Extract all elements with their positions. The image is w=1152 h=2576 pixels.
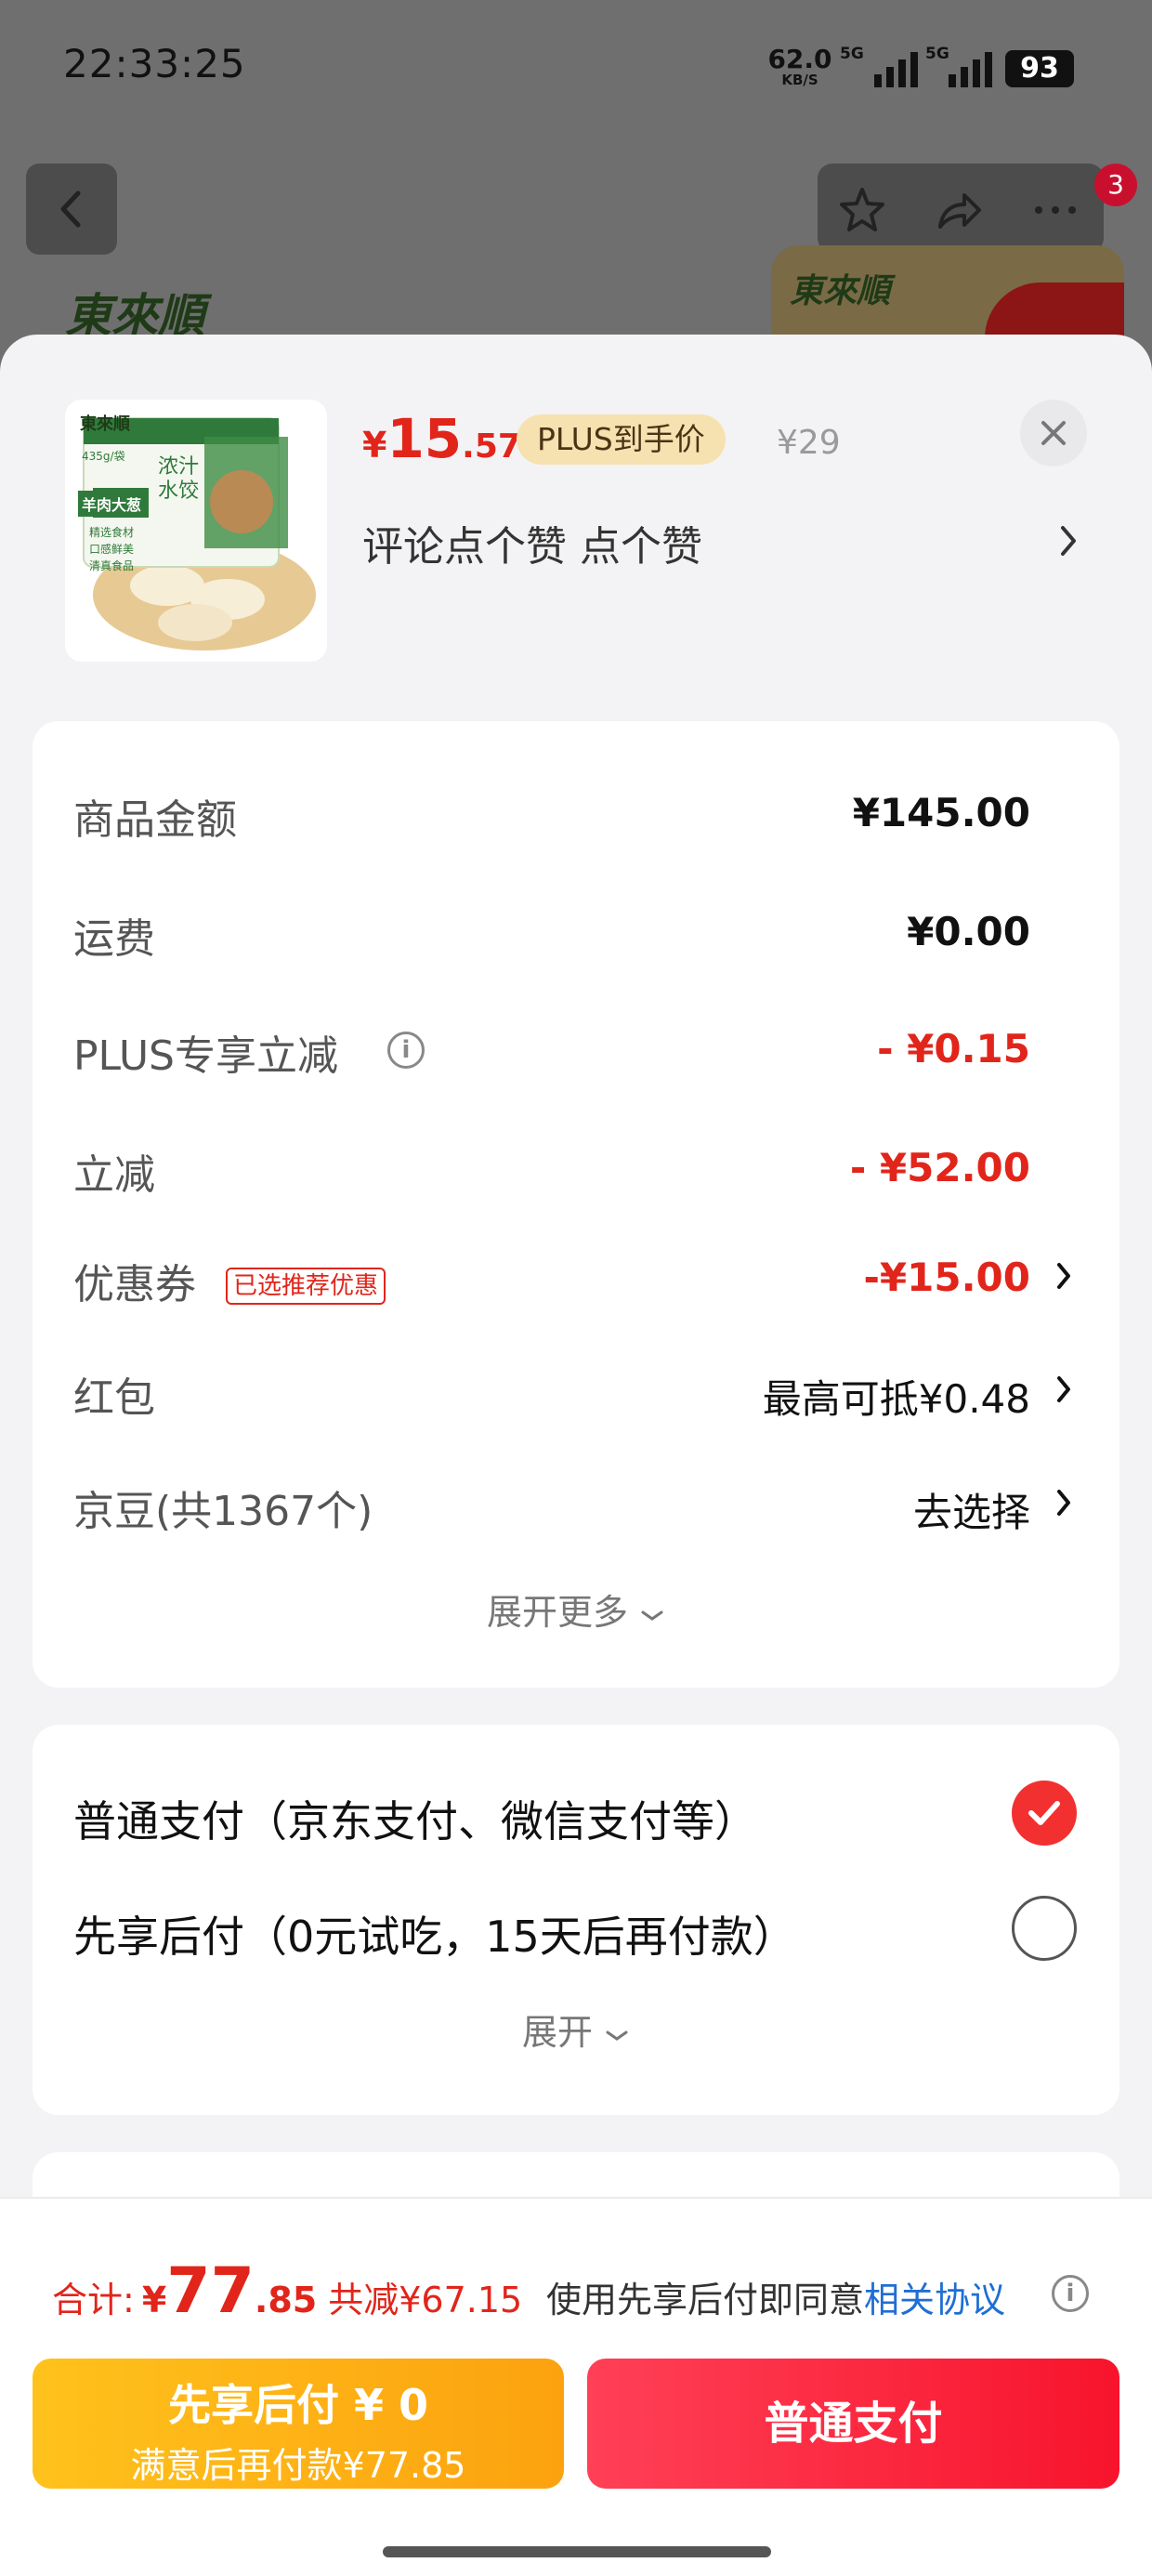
fee-row-instant-discount: 立减 - ¥52.00 bbox=[73, 1145, 1030, 1199]
plus-price-tag: PLUS到手价 bbox=[517, 414, 726, 465]
product-image-brand: 東來順 bbox=[80, 414, 130, 434]
chevron-down-icon bbox=[641, 1610, 663, 1621]
network-speed-unit: KB/S bbox=[781, 72, 818, 88]
product-image-flavor: 羊肉大葱 bbox=[78, 491, 146, 517]
expand-more-button[interactable]: 展开更多 bbox=[33, 1584, 1119, 1635]
radio-unchecked-icon[interactable] bbox=[1012, 1896, 1077, 1961]
back-button[interactable] bbox=[26, 164, 117, 255]
normal-pay-button[interactable]: 普通支付 bbox=[587, 2359, 1119, 2489]
star-icon[interactable] bbox=[836, 184, 888, 236]
fee-row-goods: 商品金额 ¥145.00 bbox=[73, 790, 1030, 844]
battery-icon: 93 bbox=[1005, 50, 1074, 87]
coupon-recommended-tag: 已选推荐优惠 bbox=[226, 1268, 386, 1305]
product-image-line3: 清真食品 bbox=[89, 559, 135, 572]
info-icon[interactable]: i bbox=[1052, 2275, 1089, 2312]
info-icon[interactable]: i bbox=[387, 1032, 425, 1069]
checkout-bottom-bar: 合计: ¥77.85 共减¥67.15 使用先享后付即同意相关协议 i 先享后付 ¥… bbox=[0, 2197, 1152, 2576]
chevron-right-icon bbox=[1057, 1376, 1070, 1402]
order-total: 合计: ¥77.85 共减¥67.15 bbox=[52, 2254, 523, 2328]
original-price: ¥29 bbox=[777, 424, 841, 462]
product-image-slogan: 浓汁水饺 bbox=[158, 455, 200, 503]
agreement-link[interactable]: 相关协议 bbox=[864, 2280, 1005, 2320]
signal-5g-icon: 5G bbox=[840, 45, 918, 87]
total-saved: 共减¥67.15 bbox=[328, 2280, 523, 2320]
product-image: 東來順 435g/袋 羊肉大葱 精选食材 口感鲜美 清真食品 浓汁水饺 bbox=[65, 400, 327, 662]
expand-payment-button[interactable]: 展开 bbox=[33, 2004, 1119, 2055]
product-price: ¥15.57 bbox=[362, 407, 521, 470]
close-icon bbox=[1041, 421, 1066, 445]
more-icon[interactable] bbox=[1029, 184, 1081, 236]
fee-row-coupon[interactable]: 优惠券 已选推荐优惠 -¥15.00 bbox=[33, 1238, 1119, 1312]
network-speed: 62.0 KB/S bbox=[767, 44, 832, 88]
total-amount-int: 77 bbox=[166, 2254, 255, 2328]
product-spec[interactable]: 评论点个赞 点个赞 bbox=[362, 513, 702, 572]
close-button[interactable] bbox=[1020, 400, 1087, 467]
bnpl-pay-button[interactable]: 先享后付 ¥ 0 满意后再付款¥77.85 bbox=[33, 2359, 564, 2489]
product-image-line1: 精选食材 bbox=[89, 526, 135, 539]
payment-option-bnpl[interactable]: 先享后付（0元试吃，15天后再付款） bbox=[33, 1885, 1119, 1968]
expand-more-label: 展开更多 bbox=[486, 1592, 628, 1633]
bnpl-pay-title: 先享后付 ¥ 0 bbox=[167, 2380, 429, 2430]
fee-row-shipping: 运费 ¥0.00 bbox=[73, 909, 1030, 963]
fee-row-plus-discount: PLUS专享立减 i - ¥0.15 bbox=[73, 1026, 1030, 1080]
header-actions bbox=[818, 164, 1104, 253]
status-time: 22:33:25 bbox=[63, 41, 246, 86]
payment-option-normal[interactable]: 普通支付（京东支付、微信支付等） bbox=[33, 1769, 1119, 1853]
signal-5g-icon: 5G bbox=[925, 45, 992, 87]
share-icon[interactable] bbox=[933, 184, 985, 236]
expand-payment-label: 展开 bbox=[521, 2012, 593, 2053]
network-speed-value: 62.0 bbox=[767, 44, 832, 74]
status-bar: 22:33:25 62.0 KB/S 5G 5G 93 bbox=[0, 0, 1152, 139]
chevron-right-icon bbox=[1057, 1263, 1070, 1289]
product-image-line2: 口感鲜美 bbox=[89, 543, 135, 556]
bnpl-pay-subtitle: 满意后再付款¥77.85 bbox=[130, 2445, 466, 2486]
chevron-right-icon[interactable] bbox=[1057, 522, 1080, 559]
chevron-right-icon bbox=[1057, 1490, 1070, 1516]
product-summary: 東來順 435g/袋 羊肉大葱 精选食材 口感鲜美 清真食品 浓汁水饺 ¥15.… bbox=[0, 335, 1152, 706]
chevron-left-icon bbox=[60, 191, 81, 228]
home-indicator[interactable] bbox=[383, 2546, 771, 2557]
fee-row-red-packet[interactable]: 红包 最高可抵¥0.48 bbox=[33, 1351, 1119, 1426]
total-amount-dec: .85 bbox=[254, 2280, 318, 2320]
total-label: 合计: bbox=[52, 2280, 135, 2320]
payment-method-card: 普通支付（京东支付、微信支付等） 先享后付（0元试吃，15天后再付款） 展开 bbox=[33, 1725, 1119, 2115]
fee-row-jingdou[interactable]: 京豆(共1367个) 去选择 bbox=[33, 1465, 1119, 1539]
radio-checked-icon[interactable] bbox=[1012, 1781, 1077, 1846]
fee-breakdown-card: 商品金额 ¥145.00 运费 ¥0.00 PLUS专享立减 i - ¥0.15… bbox=[33, 721, 1119, 1688]
agreement-text: 使用先享后付即同意相关协议 bbox=[546, 2280, 1006, 2320]
notification-badge: 3 bbox=[1094, 164, 1137, 206]
chevron-down-icon bbox=[606, 2031, 628, 2041]
product-image-weight: 435g/袋 bbox=[82, 450, 125, 463]
